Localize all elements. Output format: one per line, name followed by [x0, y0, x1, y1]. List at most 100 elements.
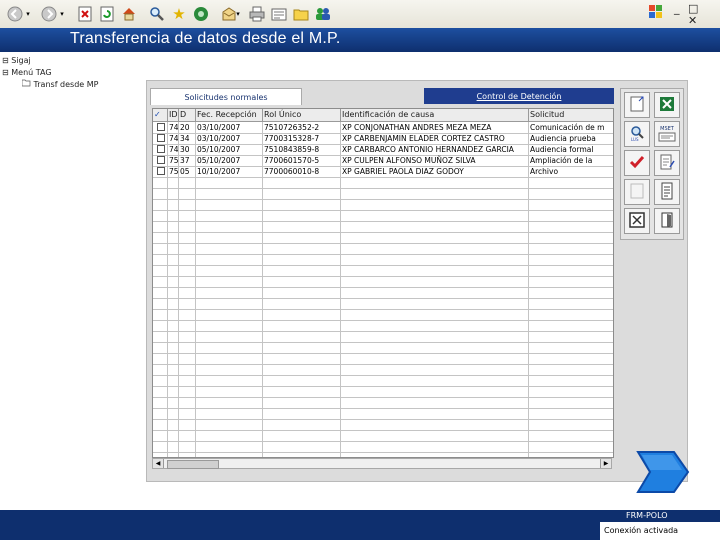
cell-fecha: 05/10/2007	[196, 155, 263, 166]
cell-fecha	[196, 254, 263, 265]
checkbox[interactable]	[157, 156, 165, 164]
scroll-right-icon[interactable]: ▶	[600, 459, 611, 468]
next-button[interactable]	[636, 450, 690, 494]
approve-button[interactable]	[624, 150, 650, 176]
cell-id	[168, 331, 179, 342]
close-button[interactable]: ✕	[688, 14, 697, 27]
cell-solicitud	[529, 408, 613, 419]
cell-id	[168, 210, 179, 221]
column-header-rol[interactable]: Rol Único	[263, 109, 341, 121]
row-checkbox[interactable]	[153, 122, 168, 133]
row-checkbox	[153, 331, 168, 342]
history-dropdown-icon[interactable]: ▾	[234, 5, 242, 23]
tree-node-sigaj[interactable]: ⊟ Sigaj	[2, 56, 31, 65]
tree-node-menu-tag[interactable]: ⊟ Menú TAG	[2, 68, 52, 77]
cell-d	[179, 364, 196, 375]
cell-d	[179, 287, 196, 298]
tab-solicitudes-normales[interactable]: Solicitudes normales	[150, 88, 302, 105]
cell-causa	[341, 298, 529, 309]
column-header-check[interactable]: ✓	[153, 109, 168, 121]
expand-icon[interactable]: ⊟	[2, 68, 9, 77]
new-document-button[interactable]	[624, 92, 650, 118]
cell-id	[168, 232, 179, 243]
media-icon[interactable]	[192, 5, 210, 23]
cell-d: 34	[179, 133, 196, 144]
refresh-icon[interactable]	[98, 5, 116, 23]
mset-button[interactable]: MSET	[654, 121, 680, 147]
table-header: ✓ ID D Fec. Recepción Rol Único Identifi…	[153, 109, 613, 122]
cell-d	[179, 375, 196, 386]
home-icon[interactable]	[120, 5, 138, 23]
row-checkbox[interactable]	[153, 155, 168, 166]
row-checkbox[interactable]	[153, 133, 168, 144]
checkbox[interactable]	[157, 123, 165, 131]
scroll-thumb[interactable]	[167, 460, 219, 469]
cell-d	[179, 232, 196, 243]
checkbox[interactable]	[157, 167, 165, 175]
cell-fecha	[196, 364, 263, 375]
cell-solicitud: Archivo	[530, 167, 559, 176]
cell-rol	[263, 375, 341, 386]
cell-id	[168, 386, 179, 397]
forward-dropdown-icon[interactable]: ▾	[58, 5, 66, 23]
horizontal-scrollbar[interactable]: ◀ ▶	[152, 458, 612, 469]
excel-button[interactable]	[654, 92, 680, 118]
search-icon[interactable]	[148, 5, 166, 23]
cell-d	[179, 276, 196, 287]
cell-fecha	[196, 386, 263, 397]
red-check-icon	[628, 153, 646, 174]
cell-fecha	[196, 177, 263, 188]
row-checkbox[interactable]	[153, 166, 168, 177]
cell-fecha	[196, 353, 263, 364]
column-header-solicitud[interactable]: Solicitud	[529, 109, 613, 121]
cell-causa	[341, 243, 529, 254]
list-document-button[interactable]	[654, 179, 680, 205]
cell-id	[168, 298, 179, 309]
cell-fecha	[196, 298, 263, 309]
cell-fecha	[196, 331, 263, 342]
scroll-left-icon[interactable]: ◀	[153, 459, 164, 468]
back-icon[interactable]	[6, 5, 24, 23]
navigation-tree: ⊟ Sigaj ⊟ Menú TAG Transf desde MP	[0, 52, 113, 510]
edit-document-icon	[658, 153, 676, 174]
tree-node-transf-mp[interactable]: Transf desde MP	[21, 79, 98, 89]
column-header-d[interactable]: D	[179, 109, 196, 121]
checkbox[interactable]	[157, 134, 165, 142]
cell-rol	[263, 342, 341, 353]
close-box-button[interactable]	[624, 208, 650, 234]
row-checkbox[interactable]	[153, 144, 168, 155]
column-header-id[interactable]: ID	[168, 109, 179, 121]
search-button[interactable]: LUS	[624, 121, 650, 147]
messenger-icon[interactable]	[314, 5, 332, 23]
favorites-icon[interactable]: ★	[170, 5, 188, 23]
edit-icon[interactable]	[270, 5, 288, 23]
cell-solicitud	[529, 331, 613, 342]
row-checkbox	[153, 386, 168, 397]
column-header-fecha[interactable]: Fec. Recepción	[196, 109, 263, 121]
browser-toolbar: ▾ ▾ ★ ▾ _ □ ✕	[0, 0, 720, 29]
forward-icon[interactable]	[40, 5, 58, 23]
cell-solicitud	[529, 419, 613, 430]
column-header-causa[interactable]: Identificación de causa	[341, 109, 529, 121]
next-arrow-icon	[636, 451, 690, 497]
cell-id	[168, 375, 179, 386]
stop-icon[interactable]	[76, 5, 94, 23]
blank-document-button[interactable]	[624, 179, 650, 205]
folder-icon[interactable]	[292, 5, 310, 23]
tree-node-label: Menú TAG	[11, 68, 52, 77]
expand-icon[interactable]: ⊟	[2, 56, 9, 65]
cell-id: 74	[169, 122, 179, 133]
cell-id	[168, 441, 179, 452]
cell-id: 74	[169, 133, 179, 144]
print-icon[interactable]	[248, 5, 266, 23]
cell-d	[179, 188, 196, 199]
checkbox[interactable]	[157, 145, 165, 153]
back-dropdown-icon[interactable]: ▾	[24, 5, 32, 23]
cell-id	[168, 177, 179, 188]
exit-button[interactable]	[654, 208, 680, 234]
edit-document-button[interactable]	[654, 150, 680, 176]
tab-control-detencion[interactable]: Control de Detención	[424, 88, 614, 104]
minimize-button[interactable]: _	[674, 2, 680, 15]
cell-solicitud	[529, 177, 613, 188]
cell-causa: XP CARBARCO ANTONIO HERNANDEZ GARCIA	[341, 144, 529, 155]
